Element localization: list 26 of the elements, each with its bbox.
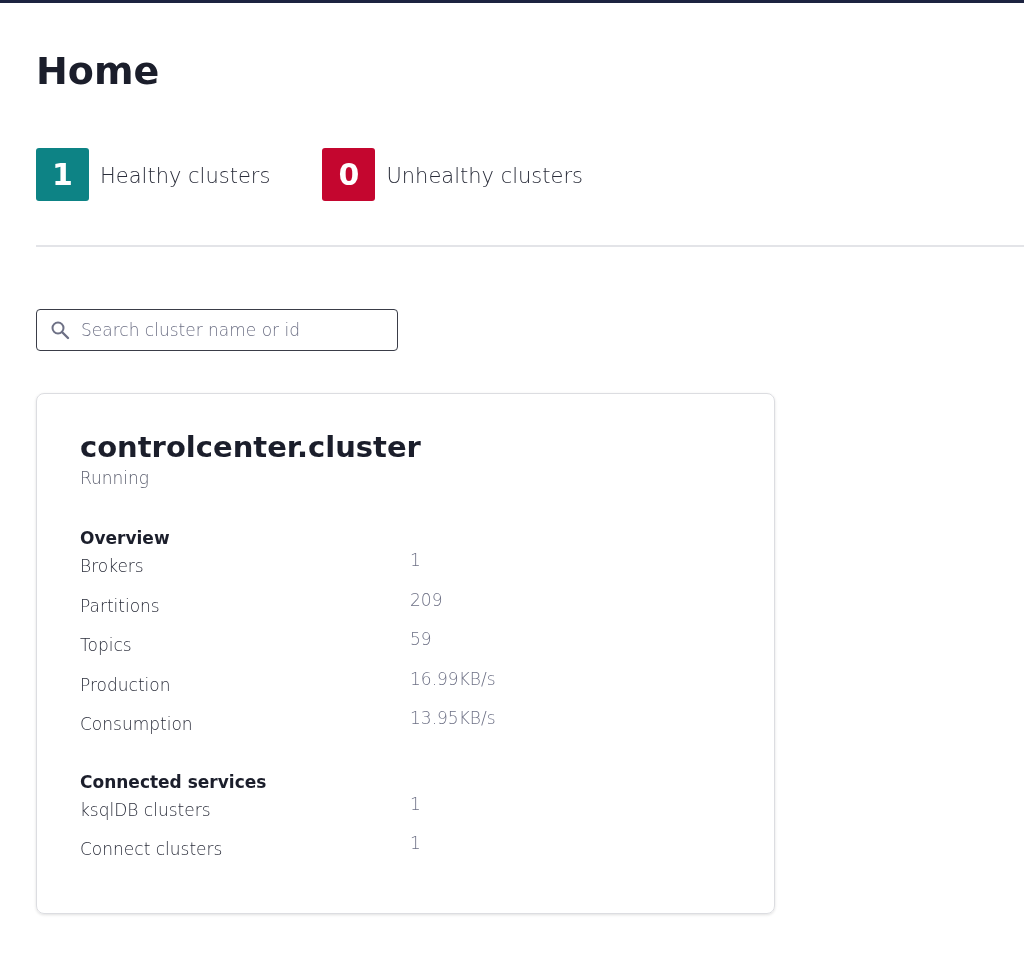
page-title: Home xyxy=(36,48,161,95)
metric-value: 1 xyxy=(410,833,422,853)
cluster-status: Running xyxy=(80,468,151,488)
search-field[interactable]: Search cluster name or id xyxy=(36,309,398,351)
metric-label: ksqlDB clusters xyxy=(80,798,212,820)
metric-label: Connect clusters xyxy=(80,838,224,859)
stat-label: Unhealthy clusters xyxy=(386,162,584,188)
search-icon xyxy=(50,320,70,340)
metric-label: Topics xyxy=(80,634,133,655)
section-heading: Connected services xyxy=(80,770,268,794)
count-badge: 0 xyxy=(322,148,376,201)
metric-label: Consumption xyxy=(80,713,194,734)
metric-value: 13.95KB/s xyxy=(410,708,497,728)
section-heading: Overview xyxy=(80,527,171,550)
cluster-card[interactable]: controlcenter.cluster Running Overview Brokers 1 Partitions 209 Topics 59 Production 16.99KB/s Consumption 13.95KB/s Connected services ksqlDB clusters 1 Connect clusters 1 xyxy=(36,393,775,914)
count-badge: 1 xyxy=(36,148,89,201)
cluster-name: controlcenter.cluster xyxy=(80,429,422,466)
metric-label: Partitions xyxy=(80,594,161,616)
metric-label: Production xyxy=(80,673,172,695)
metric-value: 209 xyxy=(410,589,444,610)
metric-label: Brokers xyxy=(80,555,145,576)
metric-value: 1 xyxy=(410,793,422,814)
metric-value: 16.99KB/s xyxy=(410,668,497,689)
stat-label: Healthy clusters xyxy=(100,162,271,188)
metric-value: 1 xyxy=(410,550,422,570)
metric-value: 59 xyxy=(410,629,433,649)
